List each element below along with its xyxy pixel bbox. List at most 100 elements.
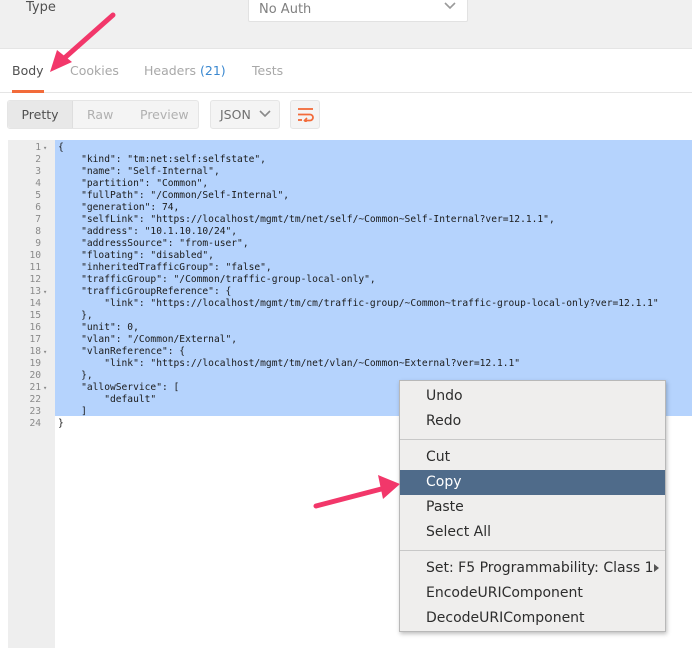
- code-line: 15 },: [8, 310, 692, 322]
- code-text: "addressSource": "from-user",: [58, 238, 249, 249]
- code-line: 2 "kind": "tm:net:self:selfstate",: [8, 154, 692, 166]
- line-number: 22: [29, 394, 41, 405]
- menu-item-select-all[interactable]: Select All: [400, 520, 665, 545]
- menu-item-copy[interactable]: Copy: [400, 470, 665, 495]
- code-line: 12 "trafficGroup": "/Common/traffic-grou…: [8, 274, 692, 286]
- menu-separator: [400, 550, 665, 551]
- code-line: 9 "addressSource": "from-user",: [8, 238, 692, 250]
- fold-arrow-icon[interactable]: ▾: [43, 286, 47, 298]
- code-text: ]: [58, 406, 87, 417]
- code-text: "vlanReference": {: [58, 346, 186, 357]
- line-number: 10: [29, 250, 41, 261]
- line-number: 17: [29, 334, 41, 345]
- chevron-down-icon: [444, 2, 456, 10]
- code-text: "default": [58, 394, 157, 405]
- code-text: },: [58, 310, 93, 321]
- line-number: 8: [35, 226, 41, 237]
- code-text: "inheritedTrafficGroup": "false",: [58, 262, 272, 273]
- code-text: "unit": 0,: [58, 322, 139, 333]
- code-line: 17 "vlan": "/Common/External",: [8, 334, 692, 346]
- code-text: "link": "https://localhost/mgmt/tm/cm/tr…: [58, 298, 659, 309]
- menu-item-undo[interactable]: Undo: [400, 384, 665, 409]
- auth-panel: Type No Auth: [0, 0, 692, 48]
- code-text: "trafficGroup": "/Common/traffic-group-l…: [58, 274, 376, 285]
- code-text: "kind": "tm:net:self:selfstate",: [58, 154, 266, 165]
- fold-arrow-icon[interactable]: ▾: [43, 346, 47, 358]
- code-text: "vlan": "/Common/External",: [58, 334, 238, 345]
- format-select-value: JSON: [220, 107, 251, 122]
- code-line: 6 "generation": 74,: [8, 202, 692, 214]
- line-number: 23: [29, 406, 41, 417]
- line-number: 11: [29, 262, 41, 273]
- tab-tests[interactable]: Tests: [252, 49, 283, 93]
- fold-arrow-icon[interactable]: ▾: [43, 382, 47, 394]
- menu-item-set-f5-programmability-class-1[interactable]: Set: F5 Programmability: Class 1: [400, 556, 665, 581]
- line-number: 4: [35, 178, 41, 189]
- menu-item-decodeuricomponent[interactable]: DecodeURIComponent: [400, 606, 665, 631]
- line-number: 7: [35, 214, 41, 225]
- auth-type-value: No Auth: [259, 2, 312, 17]
- menu-item-label: Paste: [426, 499, 464, 515]
- view-preview-button[interactable]: Preview: [140, 101, 189, 128]
- format-select[interactable]: JSON: [210, 100, 280, 129]
- menu-item-label: Cut: [426, 449, 451, 465]
- chevron-down-icon: [259, 110, 271, 118]
- line-number: 1: [35, 142, 41, 153]
- code-text: "generation": 74,: [58, 202, 180, 213]
- code-line: 4 "partition": "Common",: [8, 178, 692, 190]
- code-line: 16 "unit": 0,: [8, 322, 692, 334]
- line-number: 13: [29, 286, 41, 297]
- fold-arrow-icon[interactable]: ▾: [43, 142, 47, 154]
- code-line: 5 "fullPath": "/Common/Self-Internal",: [8, 190, 692, 202]
- code-line: 10 "floating": "disabled",: [8, 250, 692, 262]
- code-line: 1 ▾ {: [8, 142, 692, 154]
- tab-headers[interactable]: Headers (21): [144, 49, 226, 93]
- view-raw-button[interactable]: Raw: [87, 101, 113, 128]
- code-text: {: [58, 142, 64, 153]
- tab-body[interactable]: Body: [12, 49, 44, 93]
- menu-item-encodeuricomponent[interactable]: EncodeURIComponent: [400, 581, 665, 606]
- context-menu: Undo Redo Cut Copy Paste Select All Set: F5 Pr…: [399, 380, 666, 632]
- code-line: 7 "selfLink": "https://localhost/mgmt/tm…: [8, 214, 692, 226]
- menu-item-label: Select All: [426, 524, 491, 540]
- code-line: 8 "address": "10.1.10.10/24",: [8, 226, 692, 238]
- view-pretty-button[interactable]: Pretty: [8, 101, 73, 128]
- auth-type-label: Type: [26, 0, 56, 15]
- line-number: 12: [29, 274, 41, 285]
- code-text: "address": "10.1.10.10/24",: [58, 226, 238, 237]
- wrap-lines-icon: [298, 108, 314, 122]
- line-number: 21: [29, 382, 41, 393]
- code-text: }: [58, 418, 64, 429]
- menu-item-label: EncodeURIComponent: [426, 585, 583, 601]
- menu-item-redo[interactable]: Redo: [400, 409, 665, 434]
- tab-cookies[interactable]: Cookies: [70, 49, 119, 93]
- line-number: 5: [35, 190, 41, 201]
- line-number: 16: [29, 322, 41, 333]
- wrap-lines-button[interactable]: [290, 100, 320, 129]
- auth-type-select[interactable]: No Auth: [248, 0, 468, 22]
- line-number: 19: [29, 358, 41, 369]
- line-number: 2: [35, 154, 41, 165]
- submenu-arrow-icon: [654, 564, 659, 572]
- line-number: 9: [35, 238, 41, 249]
- tab-body-label: Body: [12, 63, 44, 78]
- code-line: 14 "link": "https://localhost/mgmt/tm/cm…: [8, 298, 692, 310]
- code-text: "name": "Self-Internal",: [58, 166, 220, 177]
- tab-headers-count: (21): [200, 63, 226, 78]
- code-text: "fullPath": "/Common/Self-Internal",: [58, 190, 290, 201]
- code-text: "floating": "disabled",: [58, 250, 214, 261]
- menu-item-cut[interactable]: Cut: [400, 445, 665, 470]
- tab-headers-label: Headers: [144, 63, 197, 78]
- menu-item-paste[interactable]: Paste: [400, 495, 665, 520]
- code-line: 3 "name": "Self-Internal",: [8, 166, 692, 178]
- code-text: },: [58, 370, 93, 381]
- menu-item-label: Redo: [426, 413, 462, 429]
- menu-item-label: DecodeURIComponent: [426, 610, 585, 626]
- tab-tests-label: Tests: [252, 63, 284, 78]
- menu-item-label: Set: F5 Programmability: Class 1: [426, 560, 654, 576]
- response-tabs: Body Cookies Headers (21) Tests: [0, 48, 692, 93]
- code-text: "selfLink": "https://localhost/mgmt/tm/n…: [58, 214, 555, 225]
- code-text: "partition": "Common",: [58, 178, 209, 189]
- menu-item-label: Copy: [426, 474, 462, 490]
- code-text: "trafficGroupReference": {: [58, 286, 232, 297]
